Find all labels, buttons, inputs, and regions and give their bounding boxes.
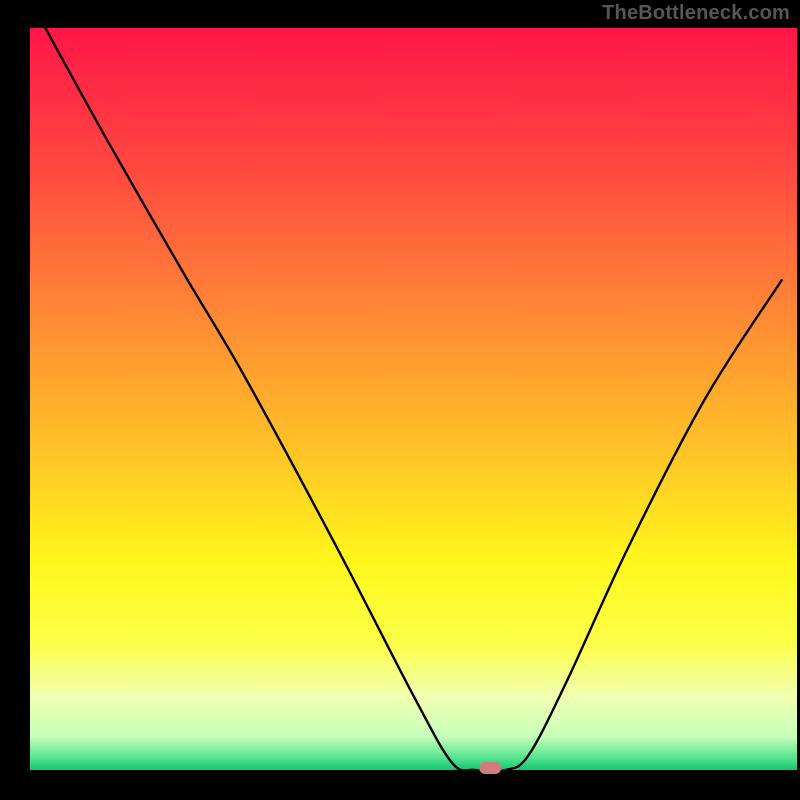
optimal-point-marker (479, 762, 501, 774)
chart-plot-area (30, 28, 797, 770)
bottleneck-chart (0, 0, 800, 800)
attribution-text: TheBottleneck.com (602, 2, 790, 25)
chart-stage: TheBottleneck.com (0, 0, 800, 800)
